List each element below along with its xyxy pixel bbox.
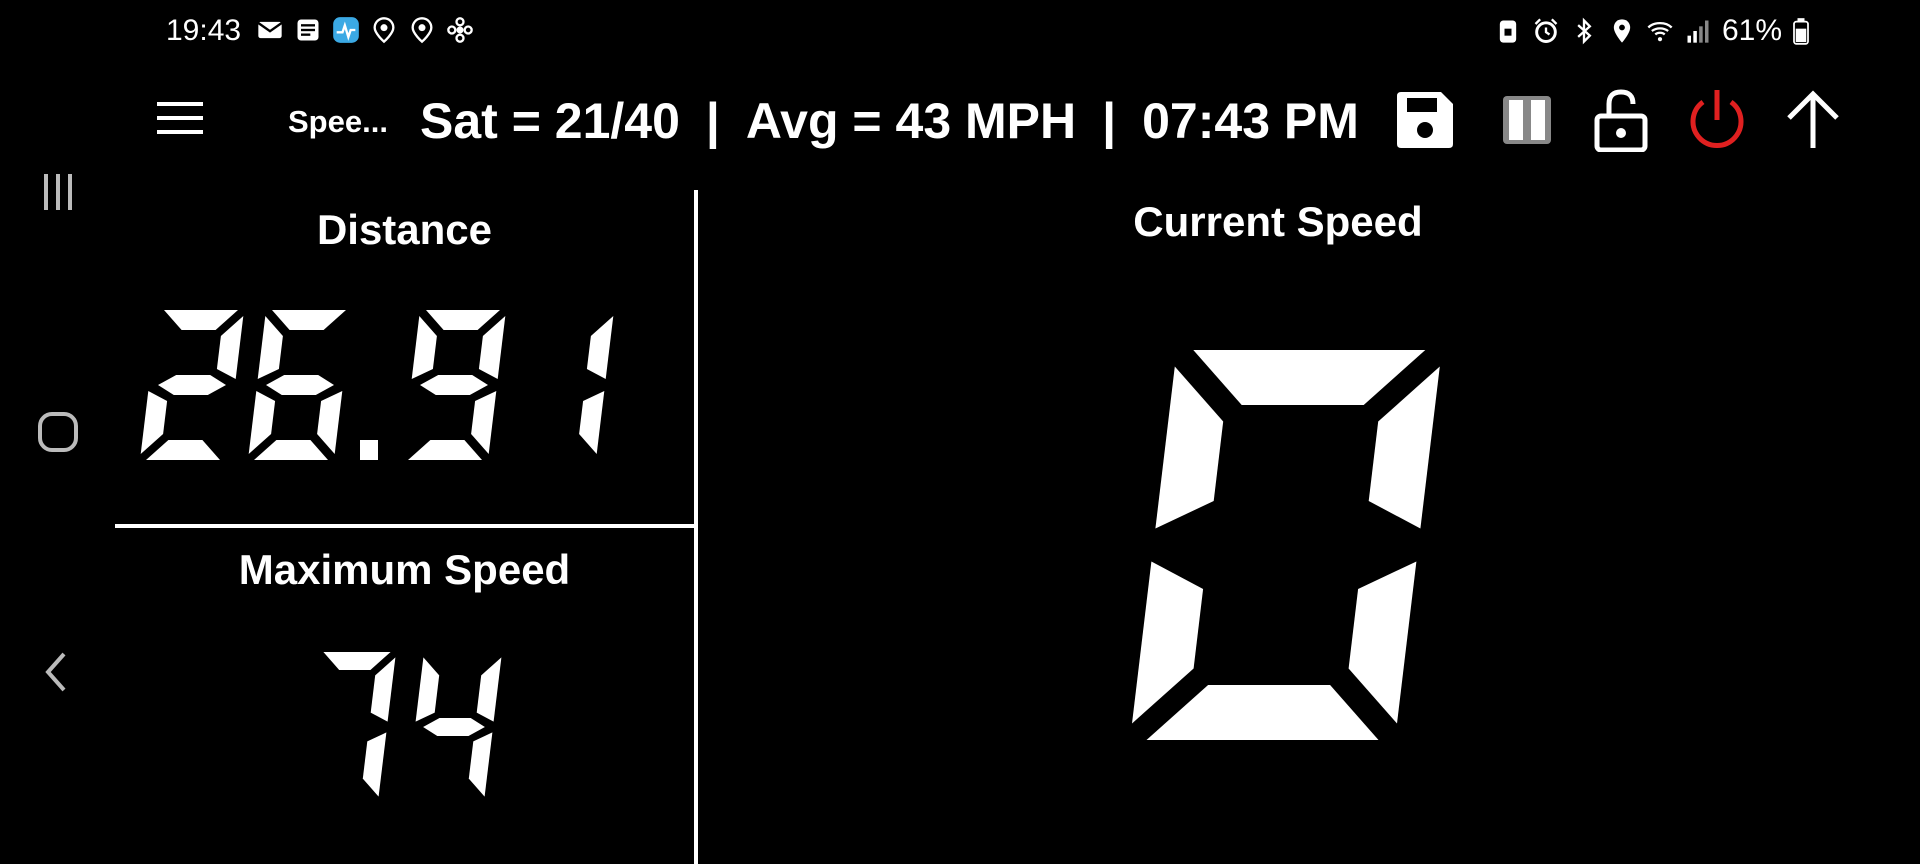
distance-segment xyxy=(257,316,283,379)
distance-value xyxy=(140,310,614,460)
battery-icon xyxy=(1793,18,1809,45)
average-speed: Avg = 43 MPH xyxy=(745,93,1077,149)
distance-decimal-point xyxy=(360,440,378,460)
current-speed-segment xyxy=(1193,350,1426,405)
max-speed-segment xyxy=(362,732,387,797)
distance-segment xyxy=(317,391,343,454)
max-speed-title: Maximum Speed xyxy=(238,546,571,593)
wifi-icon xyxy=(1647,21,1673,42)
signal-icon xyxy=(1687,20,1709,43)
distance-segment xyxy=(146,440,220,460)
max-speed-segment xyxy=(415,657,440,722)
lock-icon xyxy=(1499,20,1517,43)
distance-digit xyxy=(140,310,244,460)
distance-segment xyxy=(272,310,346,330)
distance-digit xyxy=(408,310,506,460)
distance-segment xyxy=(586,316,614,379)
horizontal-divider xyxy=(115,524,694,528)
home-icon[interactable] xyxy=(36,410,80,454)
status-time: 19:43 xyxy=(166,14,242,47)
lock-open-icon[interactable] xyxy=(1589,88,1653,152)
distance-segment xyxy=(266,375,334,395)
back-icon[interactable] xyxy=(36,650,80,694)
status-right: 61% xyxy=(1494,14,1810,48)
satellite-count: Sat = 21/40 xyxy=(420,93,680,149)
clock: 07:43 PM xyxy=(1142,93,1359,149)
distance-digit xyxy=(248,310,346,460)
trip-status: Sat = 21/40 | Avg = 43 MPH | 07:43 PM xyxy=(420,92,1359,150)
mail-icon xyxy=(257,21,283,39)
max-speed-segment xyxy=(476,657,502,722)
status-bar: 19:43 61% xyxy=(0,0,1920,64)
battery-percent: 61% xyxy=(1721,14,1782,47)
location-pin-icon xyxy=(411,17,433,44)
save-icon[interactable] xyxy=(1393,88,1457,152)
vertical-divider xyxy=(694,190,698,864)
arrow-up-icon[interactable] xyxy=(1781,88,1845,152)
distance-segment xyxy=(140,391,168,454)
distance-segment xyxy=(164,310,238,330)
location-icon xyxy=(1613,19,1631,43)
max-speed-digit xyxy=(415,657,502,797)
current-speed-segment xyxy=(1155,366,1224,529)
max-speed-segment xyxy=(370,657,396,722)
max-speed-segment xyxy=(323,652,391,670)
fan-icon xyxy=(447,17,473,43)
separator: | xyxy=(705,93,720,149)
separator: | xyxy=(1102,93,1117,149)
distance-digit xyxy=(579,316,614,454)
distance-segment xyxy=(426,310,500,330)
current-speed-value xyxy=(1132,350,1440,740)
max-speed-segment xyxy=(423,718,485,736)
max-speed-segment xyxy=(468,732,493,797)
current-speed-digit xyxy=(1132,350,1440,740)
app-title: Spee... xyxy=(288,104,388,139)
menu-icon[interactable] xyxy=(155,96,205,140)
distance-segment xyxy=(411,316,437,379)
current-speed-segment xyxy=(1146,685,1379,740)
distance-segment xyxy=(254,440,328,460)
max-speed-value xyxy=(323,652,502,797)
status-left-icons xyxy=(256,16,474,44)
toolbar: Spee... Sat = 21/40 | Avg = 43 MPH | 07:… xyxy=(115,78,1920,164)
power-icon[interactable] xyxy=(1685,88,1749,152)
current-speed-title: Current Speed xyxy=(1133,198,1423,245)
nav-rail xyxy=(0,160,115,864)
distance-segment xyxy=(248,391,276,454)
distance-segment xyxy=(216,316,244,379)
bluetooth-icon xyxy=(1577,17,1592,45)
distance-title: Distance xyxy=(316,206,493,253)
alarm-icon xyxy=(1534,18,1558,43)
distance-segment xyxy=(471,391,497,454)
max-speed-digit xyxy=(323,652,396,797)
distance-segment xyxy=(579,391,605,454)
distance-segment xyxy=(408,440,482,460)
app-icon xyxy=(333,17,359,43)
distance-segment xyxy=(420,375,488,395)
news-icon xyxy=(297,19,319,41)
recents-icon[interactable] xyxy=(36,170,80,214)
distance-segment xyxy=(478,316,506,379)
location-pin-icon xyxy=(373,17,395,44)
pause-icon[interactable] xyxy=(1495,88,1559,152)
distance-segment xyxy=(158,375,226,395)
current-speed-segment xyxy=(1348,561,1417,724)
